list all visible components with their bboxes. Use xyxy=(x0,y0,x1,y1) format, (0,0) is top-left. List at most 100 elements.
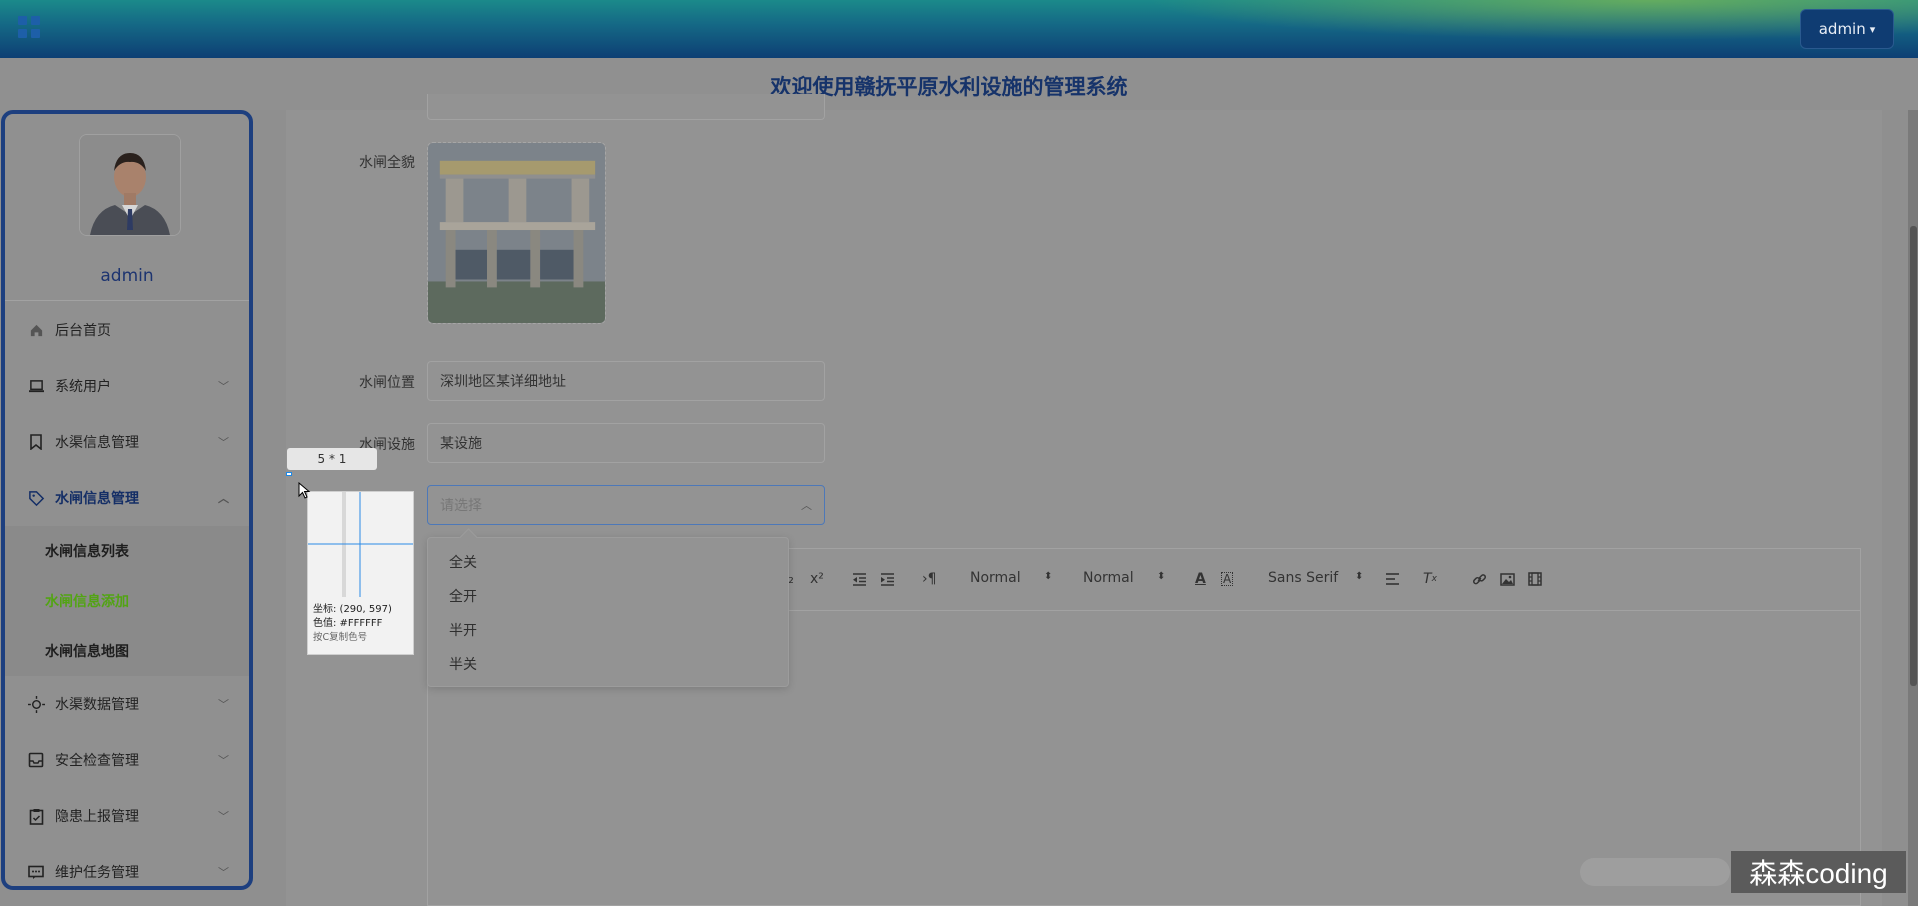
chevron-down-icon: ﹀ xyxy=(218,754,229,767)
chevron-down-icon: ﹀ xyxy=(218,866,229,879)
location-label: 水闸位置 xyxy=(359,375,415,391)
sidebar-subitem-sluice-map[interactable]: 水闸信息地图 xyxy=(5,626,249,676)
status-dropdown: 全关 全开 半开 半关 xyxy=(427,537,789,687)
magnifier-view xyxy=(308,492,413,597)
outdent-icon[interactable] xyxy=(852,569,867,589)
font-select-value: Sans Serif xyxy=(1268,570,1339,586)
sidebar-item-label: 水渠信息管理 xyxy=(55,435,139,451)
sidebar-item-label: 隐患上报管理 xyxy=(55,809,139,825)
system-title: 欢迎使用赣抚平原水利设施的管理系统 xyxy=(770,75,1128,99)
avatar-image xyxy=(80,135,180,235)
mouse-cursor-icon xyxy=(298,481,312,500)
apps-grid-icon[interactable] xyxy=(18,16,40,38)
sun-icon xyxy=(27,695,45,713)
sluice-image-label: 水闸全貌 xyxy=(359,155,415,171)
inbox-icon xyxy=(27,751,45,769)
sidebar-item-canal-info[interactable]: 水渠信息管理 ﹀ xyxy=(5,414,249,470)
facility-value: 某设施 xyxy=(440,436,482,452)
divider xyxy=(5,300,249,301)
sidebar-item-safety-check[interactable]: 安全检查管理 ﹀ xyxy=(5,732,249,788)
updown-arrows-icon: ⬍ xyxy=(1157,571,1166,582)
dropdown-option[interactable]: 全关 xyxy=(428,546,788,580)
page-scrollbar-thumb[interactable] xyxy=(1910,226,1917,686)
header-select-value: Normal xyxy=(970,570,1021,586)
sidebar: admin 后台首页 系统用户 ﹀ 水渠信息管理 ﹀ 水闸信息管理 ︿ 水闸信息… xyxy=(1,110,253,890)
link-icon[interactable] xyxy=(1472,569,1487,589)
image-icon[interactable] xyxy=(1500,569,1515,589)
sidebar-item-label: 系统用户 xyxy=(55,379,111,395)
chevron-down-icon: ﹀ xyxy=(218,436,229,449)
chevron-down-icon: ﹀ xyxy=(218,380,229,393)
video-icon[interactable] xyxy=(1528,569,1542,589)
laptop-icon xyxy=(27,377,45,395)
font-select[interactable]: Sans Serif ⬍ xyxy=(1268,570,1363,586)
sidebar-item-label: 水渠数据管理 xyxy=(55,697,139,713)
color-value-readout: 色值: #FFFFFF xyxy=(313,618,383,629)
selection-marker xyxy=(286,472,292,476)
sluice-photo xyxy=(428,143,605,323)
previous-field-input[interactable] xyxy=(427,94,825,120)
chevron-down-icon: ﹀ xyxy=(218,698,229,711)
sidebar-item-home[interactable]: 后台首页 xyxy=(5,302,249,358)
sidebar-subitem-label: 水闸信息地图 xyxy=(45,644,129,660)
sidebar-menu: 后台首页 系统用户 ﹀ 水渠信息管理 ﹀ 水闸信息管理 ︿ 水闸信息列表 水闸信… xyxy=(5,302,249,886)
chevron-down-icon: ﹀ xyxy=(218,810,229,823)
selection-size-tooltip: 5 * 1 xyxy=(287,448,377,470)
sidebar-subitem-sluice-add[interactable]: 水闸信息添加 xyxy=(5,576,249,626)
location-value: 深圳地区某详细地址 xyxy=(440,374,566,390)
chevron-up-icon: ︿ xyxy=(801,499,812,512)
size-select[interactable]: Normal ⬍ xyxy=(1083,570,1165,586)
sidebar-subitem-sluice-list[interactable]: 水闸信息列表 xyxy=(5,526,249,576)
dropdown-option[interactable]: 半开 xyxy=(428,614,788,648)
indent-icon[interactable] xyxy=(880,569,895,589)
sidebar-subitem-label: 水闸信息添加 xyxy=(45,594,129,610)
updown-arrows-icon: ⬍ xyxy=(1355,571,1364,582)
facility-input[interactable]: 某设施 xyxy=(427,423,825,463)
sluice-image-upload[interactable] xyxy=(427,142,606,324)
bookmark-icon xyxy=(27,433,45,451)
sidebar-item-canal-data[interactable]: 水渠数据管理 ﹀ xyxy=(5,676,249,732)
text-direction-icon[interactable]: ›¶ xyxy=(922,569,937,589)
sidebar-item-label: 水闸信息管理 xyxy=(55,491,139,507)
sidebar-item-label: 维护任务管理 xyxy=(55,865,139,881)
chevron-up-icon: ︿ xyxy=(218,492,229,505)
status-placeholder: 请选择 xyxy=(440,498,482,514)
status-select[interactable]: 请选择 ︿ xyxy=(427,485,825,525)
location-input[interactable]: 深圳地区某详细地址 xyxy=(427,361,825,401)
font-color-icon[interactable]: A xyxy=(1195,569,1206,589)
message-icon xyxy=(27,863,45,881)
coordinate-readout: 坐标: (290, 597) xyxy=(313,604,392,615)
magnifier-info: 坐标: (290, 597) 色值: #FFFFFF 按C复制色号 xyxy=(313,603,392,645)
sidebar-item-system-users[interactable]: 系统用户 ﹀ xyxy=(5,358,249,414)
copy-color-hint: 按C复制色号 xyxy=(313,632,368,643)
dropdown-option[interactable]: 半关 xyxy=(428,648,788,682)
tag-icon xyxy=(27,489,45,507)
color-picker-magnifier: 坐标: (290, 597) 色值: #FFFFFF 按C复制色号 xyxy=(307,491,414,655)
sidebar-username: admin xyxy=(100,266,154,286)
title-strip: 欢迎使用赣抚平原水利设施的管理系统 xyxy=(0,58,1918,110)
updown-arrows-icon: ⬍ xyxy=(1044,571,1053,582)
top-bar: admin ▾ xyxy=(0,0,1918,58)
avatar xyxy=(79,134,181,236)
home-icon xyxy=(27,321,45,339)
clear-format-icon[interactable]: Tx xyxy=(1423,569,1437,589)
sidebar-item-maintenance[interactable]: 维护任务管理 ﹀ xyxy=(5,844,249,886)
sidebar-subitem-label: 水闸信息列表 xyxy=(45,544,129,560)
size-select-value: Normal xyxy=(1083,570,1134,586)
align-icon[interactable] xyxy=(1386,569,1400,589)
header-select[interactable]: Normal ⬍ xyxy=(970,570,1052,586)
user-menu-label: admin xyxy=(1818,20,1866,38)
sidebar-submenu: 水闸信息列表 水闸信息添加 水闸信息地图 xyxy=(5,526,249,676)
watermark: 森森coding xyxy=(1731,851,1906,893)
sidebar-item-label: 安全检查管理 xyxy=(55,753,139,769)
dropdown-option[interactable]: 全开 xyxy=(428,580,788,614)
sidebar-item-label: 后台首页 xyxy=(55,323,111,339)
sidebar-item-sluice-info[interactable]: 水闸信息管理 ︿ xyxy=(5,470,249,526)
clipboard-icon xyxy=(27,807,45,825)
user-menu-button[interactable]: admin ▾ xyxy=(1800,9,1894,49)
superscript-icon[interactable]: x² xyxy=(810,569,824,589)
background-color-icon[interactable]: A xyxy=(1221,572,1234,586)
chevron-down-icon: ▾ xyxy=(1869,22,1876,36)
blurred-watermark xyxy=(1580,858,1730,886)
sidebar-item-hazard-report[interactable]: 隐患上报管理 ﹀ xyxy=(5,788,249,844)
